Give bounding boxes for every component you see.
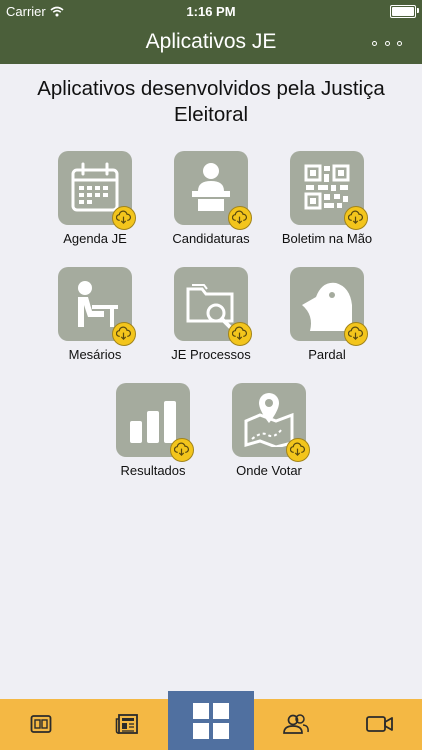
app-tile (290, 267, 368, 346)
map-pin-icon (244, 393, 294, 447)
cloud-download-icon (348, 210, 363, 224)
app-label: Mesários (68, 347, 122, 362)
more-options-button[interactable] (372, 34, 402, 52)
tab-people[interactable] (254, 699, 338, 750)
app-tile (174, 267, 252, 346)
battery-tip (417, 8, 419, 13)
battery-icon (390, 5, 416, 18)
section-heading: Aplicativos desenvolvidos pela Justiça E… (37, 77, 385, 126)
navigation-bar: Aplicativos JE (0, 22, 422, 64)
tab-video[interactable] (338, 699, 422, 750)
tab-tablet[interactable] (0, 699, 84, 750)
app-pardal[interactable]: Pardal (272, 267, 382, 362)
page-title: Aplicativos JE (145, 30, 277, 53)
tablet-icon (30, 715, 52, 733)
status-bar: Carrier 1:16 PM (0, 0, 422, 22)
app-agenda-je[interactable]: Agenda JE (40, 151, 150, 246)
app-tile (116, 383, 194, 462)
poll-worker-desk-icon (78, 281, 118, 327)
app-label: Resultados (120, 463, 186, 478)
app-label: Agenda JE (63, 231, 127, 246)
app-candidaturas[interactable]: Candidaturas (156, 151, 266, 246)
cloud-download-icon (116, 326, 131, 340)
app-boletim-na-mao[interactable]: Boletim na Mão (272, 151, 382, 246)
download-badge (170, 438, 194, 462)
cloud-download-icon (174, 442, 189, 456)
folder-search-icon (186, 284, 234, 329)
more-horizontal-icon (372, 40, 377, 46)
video-camera-icon (366, 716, 393, 732)
cloud-download-icon (290, 442, 305, 456)
app-label: Boletim na Mão (281, 231, 373, 246)
download-badge (112, 322, 136, 346)
bird-icon (302, 282, 352, 331)
candidate-podium-icon (192, 163, 230, 211)
app-resultados[interactable]: Resultados (98, 383, 208, 478)
app-je-processos[interactable]: JE Processos (156, 267, 266, 362)
qr-code-icon (304, 164, 350, 210)
download-badge (228, 206, 252, 230)
tab-bar (0, 691, 422, 750)
app-tile (232, 383, 310, 462)
more-horizontal-icon (384, 40, 390, 46)
app-tile (290, 151, 368, 230)
cloud-download-icon (232, 326, 247, 340)
calendar-icon (71, 162, 119, 212)
app-onde-votar[interactable]: Onde Votar (214, 383, 324, 478)
bar-chart-icon (130, 401, 176, 443)
app-label: Candidaturas (172, 231, 250, 246)
people-icon (283, 714, 309, 734)
newspaper-icon (115, 714, 138, 734)
app-tile (174, 151, 252, 230)
tab-apps[interactable] (168, 691, 254, 750)
more-horizontal-icon (397, 40, 402, 46)
app-tile (58, 151, 136, 230)
app-label: JE Processos (171, 347, 251, 362)
app-label: Onde Votar (236, 463, 302, 478)
app-mesarios[interactable]: Mesários (40, 267, 150, 362)
cloud-download-icon (116, 210, 131, 224)
download-badge (112, 206, 136, 230)
download-badge (344, 206, 368, 230)
download-badge (286, 438, 310, 462)
status-time: 1:16 PM (186, 4, 236, 19)
app-label: Pardal (308, 347, 346, 362)
cloud-download-icon (348, 326, 363, 340)
tab-news[interactable] (84, 699, 168, 750)
download-badge (228, 322, 252, 346)
app-tile (58, 267, 136, 346)
cloud-download-icon (232, 210, 247, 224)
download-badge (344, 322, 368, 346)
apps-grid-icon (193, 703, 229, 739)
